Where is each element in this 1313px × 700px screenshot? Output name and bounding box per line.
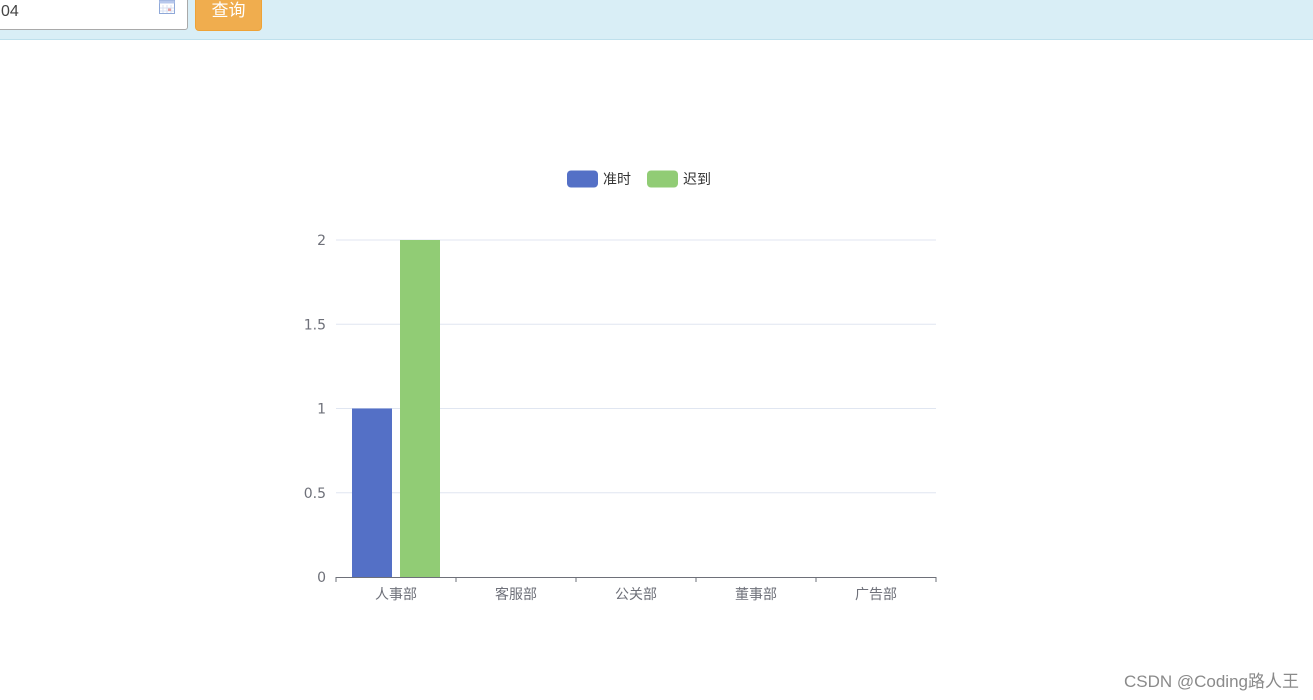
x-tick-label: 董事部: [735, 587, 777, 603]
x-tick-label: 广告部: [855, 587, 897, 603]
legend-label: 准时: [603, 172, 631, 188]
legend-swatch-迟到: [647, 170, 678, 188]
x-tick-label: 公关部: [615, 587, 657, 603]
y-tick-label: 0.5: [304, 486, 326, 502]
x-tick-label: 客服部: [495, 586, 537, 603]
y-tick-label: 1: [317, 402, 326, 418]
attendance-bar-chart: 0 0.5 1 1.5 2 人事部 客服部 公关部 董事部 广告部 准时 迟到: [304, 170, 937, 603]
bar-迟到-人事部: [400, 240, 440, 577]
y-tick-label: 1.5: [304, 317, 326, 333]
bar-准时-人事部: [352, 408, 392, 577]
y-tick-label: 0: [317, 570, 326, 586]
legend-swatch-准时: [567, 170, 598, 188]
legend-label: 迟到: [683, 172, 711, 188]
y-tick-label: 2: [317, 233, 326, 249]
x-tick-label: 人事部: [375, 587, 417, 603]
watermark: CSDN @Coding路人王: [1123, 672, 1299, 691]
